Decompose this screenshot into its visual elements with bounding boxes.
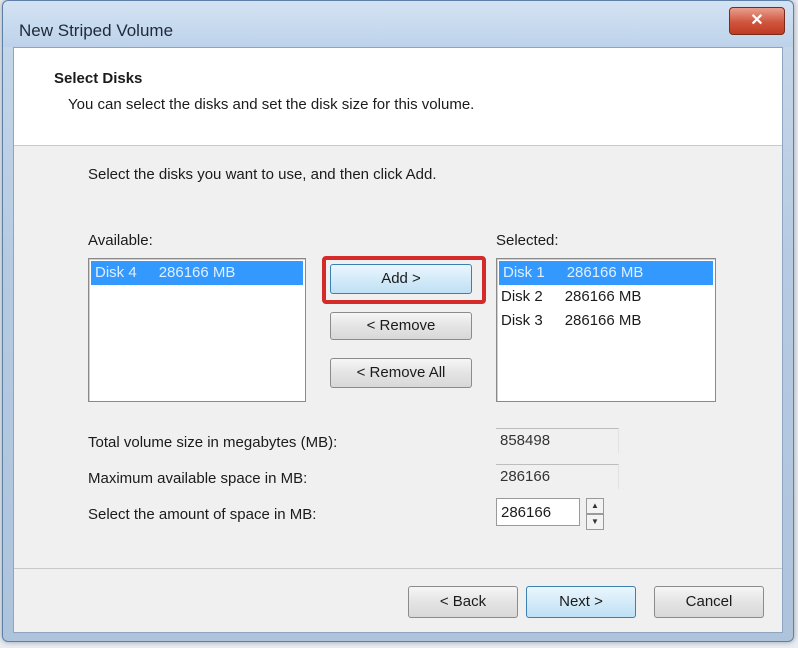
- wizard-header: Select Disks You can select the disks an…: [14, 48, 782, 146]
- available-label: Available:: [88, 232, 153, 249]
- dialog-window: New Striped Volume ✕ Select Disks You ca…: [2, 0, 794, 642]
- amount-stepper[interactable]: ▲ ▼: [586, 498, 604, 530]
- add-button[interactable]: Add >: [330, 264, 472, 294]
- max-space-label: Maximum available space in MB:: [88, 470, 308, 487]
- close-button[interactable]: ✕: [729, 7, 785, 35]
- available-listbox[interactable]: Disk 4 286166 MB: [88, 258, 306, 402]
- list-item[interactable]: Disk 4 286166 MB: [91, 261, 303, 285]
- title-bar[interactable]: New Striped Volume ✕: [3, 1, 793, 47]
- total-size-value: 858498: [496, 428, 619, 453]
- list-item[interactable]: Disk 3 286166 MB: [497, 309, 715, 333]
- window-title: New Striped Volume: [19, 21, 174, 40]
- footer-divider: [14, 568, 782, 569]
- list-item[interactable]: Disk 2 286166 MB: [497, 285, 715, 309]
- stepper-up-icon[interactable]: ▲: [586, 498, 604, 514]
- remove-button[interactable]: < Remove: [330, 312, 472, 340]
- next-button[interactable]: Next >: [526, 586, 636, 618]
- remove-all-button[interactable]: < Remove All: [330, 358, 472, 388]
- stepper-down-icon[interactable]: ▼: [586, 514, 604, 530]
- selected-label: Selected:: [496, 232, 559, 249]
- dialog-body: Select Disks You can select the disks an…: [13, 47, 783, 633]
- amount-input[interactable]: 286166: [496, 498, 580, 526]
- instruction-text: Select the disks you want to use, and th…: [88, 166, 437, 183]
- total-size-label: Total volume size in megabytes (MB):: [88, 434, 338, 451]
- selected-listbox[interactable]: Disk 1 286166 MB Disk 2 286166 MB Disk 3 28…: [496, 258, 716, 402]
- list-item[interactable]: Disk 1 286166 MB: [499, 261, 713, 285]
- amount-label: Select the amount of space in MB:: [88, 506, 317, 523]
- back-button[interactable]: < Back: [408, 586, 518, 618]
- header-description: You can select the disks and set the dis…: [68, 96, 475, 113]
- max-space-value: 286166: [496, 464, 619, 489]
- header-title: Select Disks: [54, 70, 143, 87]
- cancel-button[interactable]: Cancel: [654, 586, 764, 618]
